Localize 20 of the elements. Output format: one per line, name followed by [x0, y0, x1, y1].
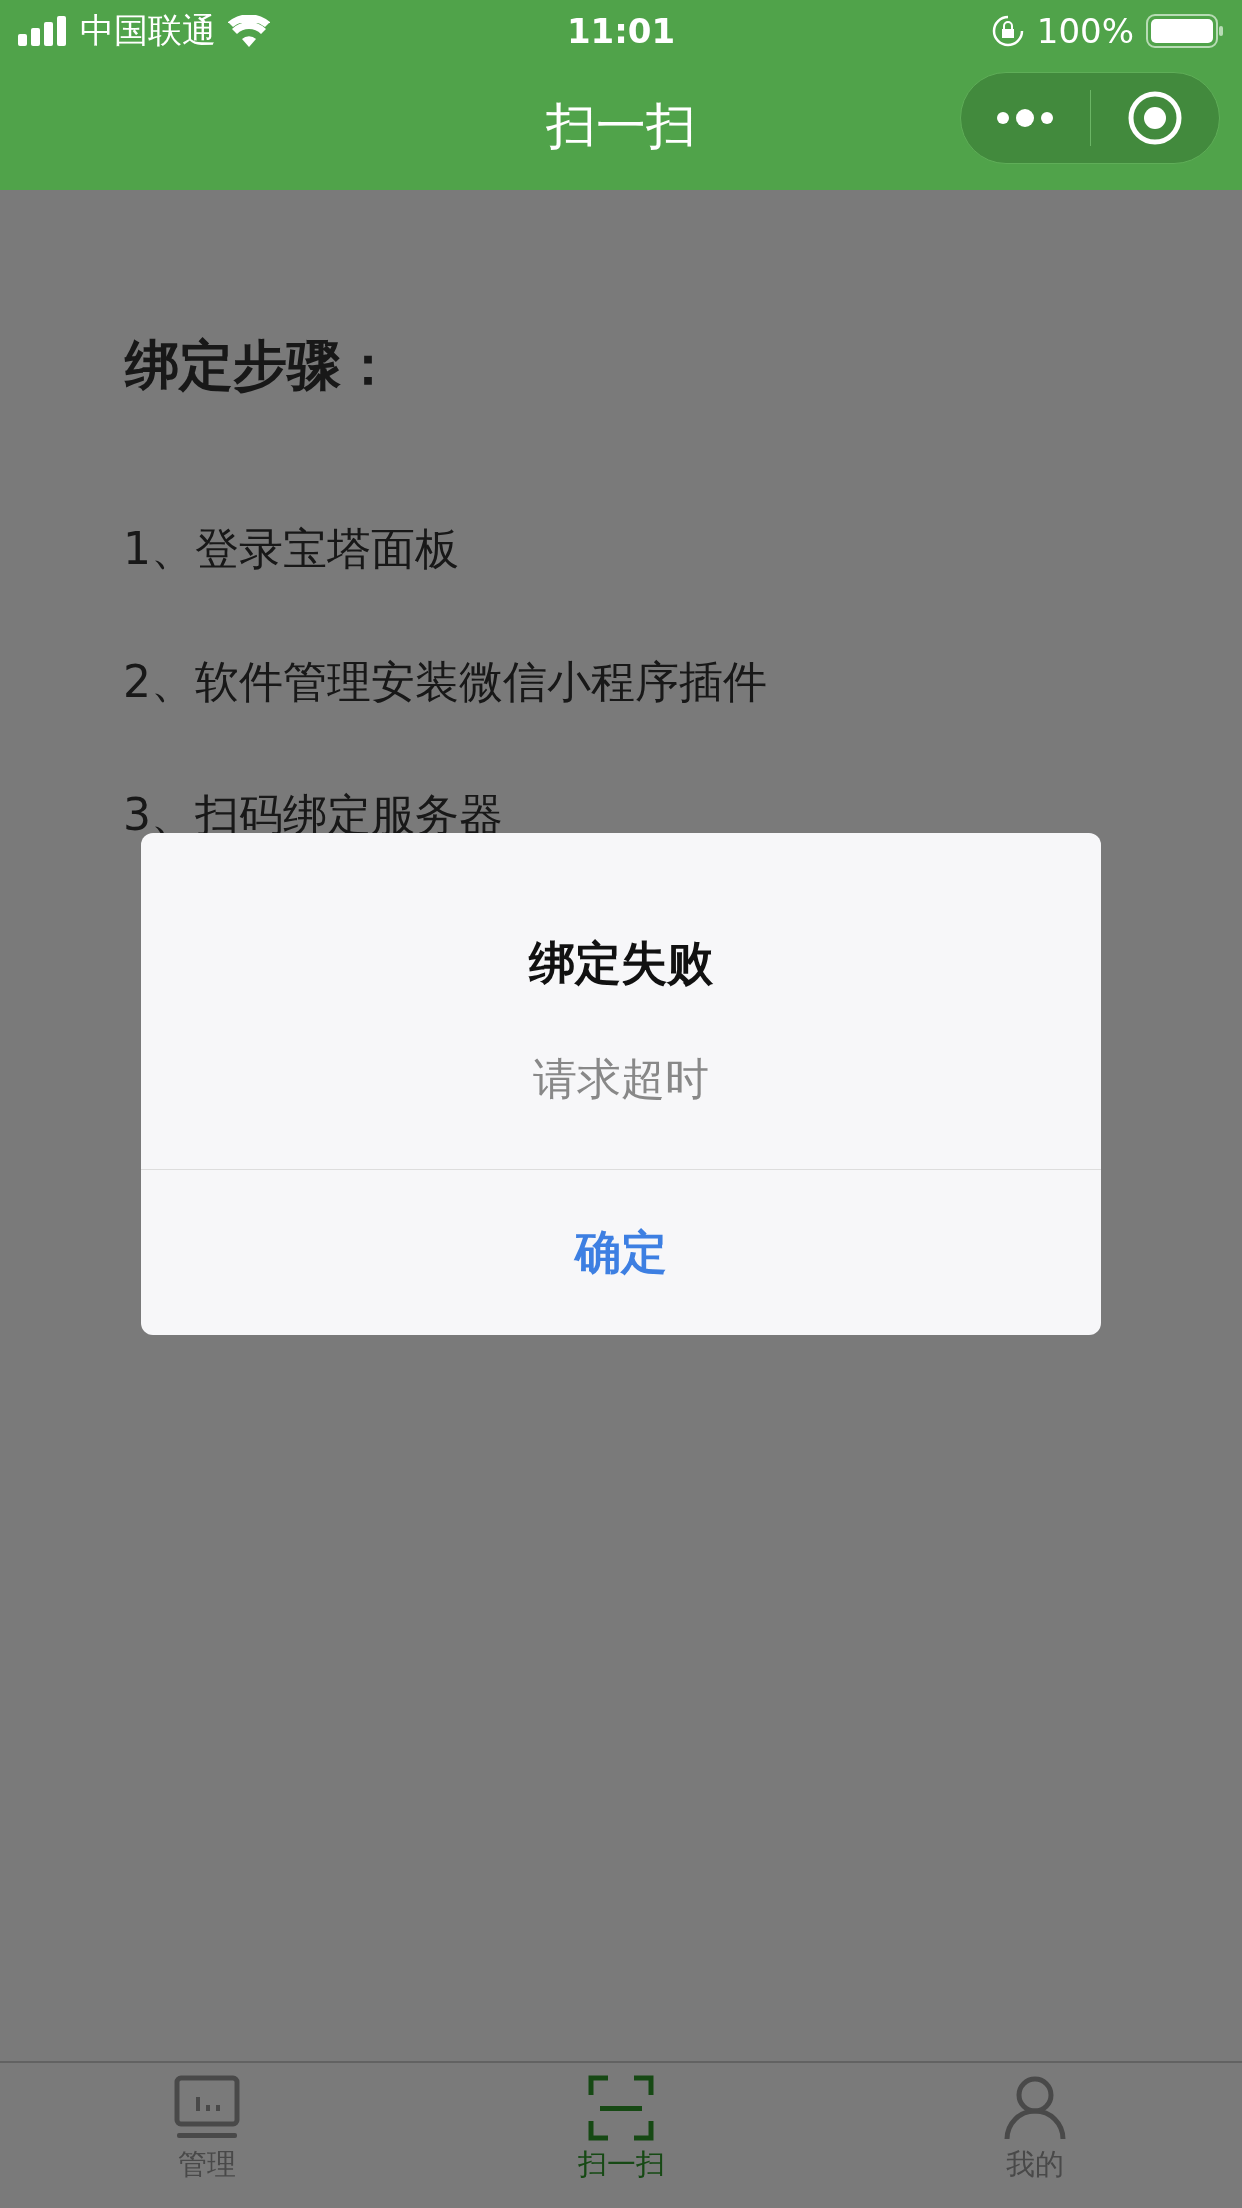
person-icon: [1002, 2075, 1068, 2141]
step-text: 1、登录宝塔面板: [123, 523, 460, 576]
close-icon[interactable]: [1126, 90, 1183, 146]
confirm-button[interactable]: 确定: [141, 1170, 1101, 1335]
signal-icon: [18, 16, 68, 46]
dialog-title: 绑定失败: [527, 935, 714, 992]
more-icon[interactable]: [996, 108, 1055, 128]
rotation-lock-icon: [990, 14, 1025, 48]
page-title: 扫一扫: [546, 95, 696, 157]
monitor-icon: [174, 2075, 240, 2141]
step-text: 2、软件管理安装微信小程序插件: [123, 655, 768, 709]
carrier-name: 中国联通: [80, 9, 216, 52]
scan-icon: [588, 2075, 654, 2141]
wifi-icon: [228, 15, 270, 47]
battery-icon: [1146, 14, 1224, 48]
battery-percentage: 100%: [1036, 11, 1134, 51]
status-time: 11:01: [566, 11, 676, 51]
dialog-message: 请求超时: [532, 1052, 710, 1106]
tab-bar-item[interactable]: 扫一扫: [414, 2063, 828, 2208]
section-heading: 绑定步骤：: [125, 333, 396, 399]
